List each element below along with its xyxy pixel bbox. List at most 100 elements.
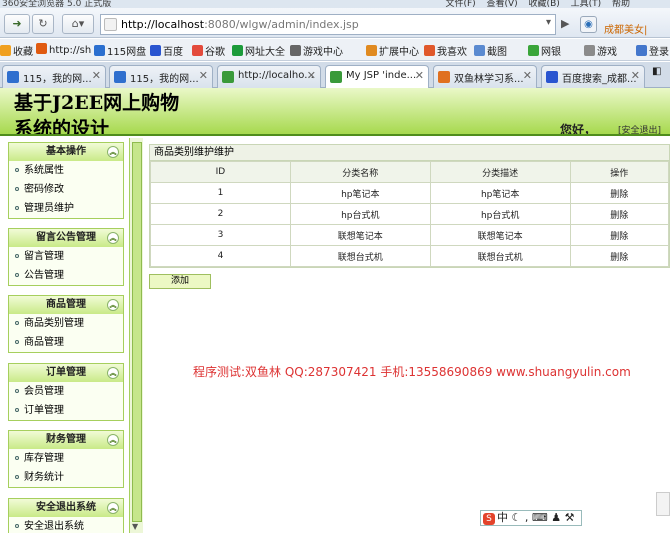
collapse-icon[interactable]: ︽	[107, 367, 119, 379]
ime-mode[interactable]: 中	[497, 511, 508, 524]
sidebar-item[interactable]: 留言管理	[9, 247, 123, 266]
panel-header[interactable]: 订单管理 ︽	[9, 364, 123, 382]
favorite-item[interactable]: 截图	[474, 43, 507, 58]
collapse-icon[interactable]: ︽	[107, 434, 119, 446]
url-text[interactable]: http://localhost:8080/wlgw/admin/index.j…	[121, 18, 359, 31]
browser-tab[interactable]: My JSP 'inde... ✕	[325, 65, 429, 89]
panel-header[interactable]: 安全退出系统 ︽	[9, 499, 123, 517]
table-cell: 4	[150, 245, 291, 267]
page-header: 基于J2EE网上购物系统的设计 您好， [安全退出]	[0, 88, 670, 136]
tab-label: My JSP 'inde...	[346, 70, 417, 81]
sidebar-item-label: 商品类别管理	[24, 318, 84, 329]
home-icon[interactable]: ⌂▾	[62, 14, 94, 34]
browser-tab[interactable]: http://localho... ✕	[217, 65, 321, 88]
page-icon	[104, 18, 117, 31]
favorite-item[interactable]: 游戏	[584, 43, 617, 58]
favorite-item[interactable]: 网银	[528, 43, 561, 58]
sidebar-item[interactable]: 商品管理	[9, 333, 123, 352]
bullet-icon	[15, 321, 19, 325]
close-icon[interactable]: ✕	[631, 69, 640, 82]
sidebar-item[interactable]: 订单管理	[9, 401, 123, 420]
moon-icon: ☾	[511, 511, 522, 524]
table-cell: 1	[150, 182, 291, 204]
panel-title: 商品管理	[46, 299, 86, 310]
sidebar-item-label: 管理员维护	[24, 203, 74, 214]
table-cell: 联想台式机	[289, 245, 431, 267]
scrollbar-thumb[interactable]	[132, 142, 142, 522]
browser-tab[interactable]: 115，我的网... ✕	[2, 65, 106, 88]
collapse-icon[interactable]: ︽	[107, 299, 119, 311]
close-icon[interactable]: ✕	[415, 69, 424, 82]
browser-tab[interactable]: 双鱼林学习系... ✕	[433, 65, 537, 88]
address-bar[interactable]: http://localhost:8080/wlgw/admin/index.j…	[100, 14, 556, 35]
close-icon[interactable]: ✕	[92, 69, 101, 82]
new-tab-icon[interactable]: ◧	[652, 66, 661, 77]
go-icon[interactable]: ▶	[561, 17, 569, 30]
favorite-icon	[366, 45, 377, 56]
favorite-item[interactable]: 百度	[150, 43, 183, 58]
shield-icon[interactable]: ◉	[580, 16, 597, 33]
bullet-icon	[15, 168, 19, 172]
navigation-bar: ➜ ↻ ⌂▾ http://localhost:8080/wlgw/admin/…	[0, 8, 670, 38]
panel-header[interactable]: 基本操作 ︽	[9, 143, 123, 161]
panel-title: 安全退出系统	[36, 502, 96, 513]
favorite-item[interactable]: 登录	[636, 43, 669, 58]
collapse-icon[interactable]: ︽	[107, 232, 119, 244]
sidebar-item-label: 商品管理	[24, 337, 64, 348]
sidebar-item[interactable]: 会员管理	[9, 382, 123, 401]
wrench-icon: ⚒	[564, 511, 575, 524]
browser-menu[interactable]: 文件(F) 查看(V) 收藏(B) 工具(T) 帮助	[445, 0, 630, 8]
favorite-item[interactable]: 谷歌	[192, 43, 225, 58]
favorite-item[interactable]: 游戏中心	[290, 43, 343, 58]
side-heart-icon[interactable]	[656, 492, 670, 516]
tab-favicon-icon	[546, 71, 558, 83]
close-icon[interactable]: ✕	[307, 69, 316, 82]
ime-toolbar[interactable]: S中 ☾ , ⌨ ♟ ⚒	[480, 510, 582, 526]
tab-label: 115，我的网...	[23, 74, 92, 85]
category-panel: 商品类别维护维护 ID 分类名称 分类描述 操作 1 hp笔记本 hp笔记本 删除 2 hp台式…	[149, 144, 670, 268]
favorite-item[interactable]: 115网盘	[94, 43, 146, 58]
favorite-icon	[94, 45, 105, 56]
favorite-item[interactable]: 我喜欢	[424, 43, 467, 58]
scroll-down-icon[interactable]: ▼	[132, 522, 138, 531]
delete-link[interactable]: 删除	[569, 224, 670, 246]
favorite-item[interactable]: http://sh	[36, 43, 91, 56]
panel-header[interactable]: 商品管理 ︽	[9, 296, 123, 314]
logout-link[interactable]: [安全退出]	[618, 123, 661, 134]
favorite-icon	[636, 45, 647, 56]
favorite-icon	[150, 45, 161, 56]
close-icon[interactable]: ✕	[523, 69, 532, 82]
sidebar-item[interactable]: 商品类别管理	[9, 314, 123, 333]
sidebar-item-label: 留言管理	[24, 251, 64, 262]
refresh-icon[interactable]: ↻	[32, 14, 54, 34]
collapse-icon[interactable]: ︽	[107, 146, 119, 158]
browser-tab[interactable]: 百度搜索_成都... ✕	[541, 65, 645, 88]
back-icon[interactable]: ➜	[4, 14, 30, 34]
favorite-item[interactable]: 收藏	[0, 43, 33, 58]
collapse-icon[interactable]: ︽	[107, 502, 119, 514]
add-button[interactable]: 添加	[149, 274, 211, 289]
sidebar-item[interactable]: 库存管理	[9, 449, 123, 468]
favorite-item[interactable]: 网址大全	[232, 43, 285, 58]
panel-header[interactable]: 财务管理 ︽	[9, 431, 123, 449]
sidebar-item[interactable]: 密码修改	[9, 180, 123, 199]
sidebar-item-label: 库存管理	[24, 453, 64, 464]
delete-link[interactable]: 删除	[569, 203, 670, 225]
sidebar-item[interactable]: 公告管理	[9, 266, 123, 285]
delete-link[interactable]: 删除	[569, 182, 670, 204]
browser-tab[interactable]: 115，我的网... ✕	[109, 65, 213, 88]
main-content: 商品类别维护维护 ID 分类名称 分类描述 操作 1 hp笔记本 hp笔记本 删除 2 hp台式…	[145, 138, 670, 533]
user-icon: ♟	[551, 511, 562, 524]
sidebar-item[interactable]: 系统属性	[9, 161, 123, 180]
sidebar-scrollbar[interactable]: ▼	[129, 138, 143, 533]
sidebar-item[interactable]: 安全退出系统	[9, 517, 123, 533]
chevron-down-icon[interactable]: ▾	[546, 17, 551, 28]
site-link[interactable]: 成都美女|	[604, 21, 647, 36]
sidebar-item[interactable]: 管理员维护	[9, 199, 123, 218]
sidebar-item[interactable]: 财务统计	[9, 468, 123, 487]
delete-link[interactable]: 删除	[569, 245, 670, 267]
favorite-item[interactable]: 扩展中心	[366, 43, 419, 58]
panel-header[interactable]: 留言公告管理 ︽	[9, 229, 123, 247]
table-cell: 联想台式机	[429, 245, 571, 267]
close-icon[interactable]: ✕	[199, 69, 208, 82]
